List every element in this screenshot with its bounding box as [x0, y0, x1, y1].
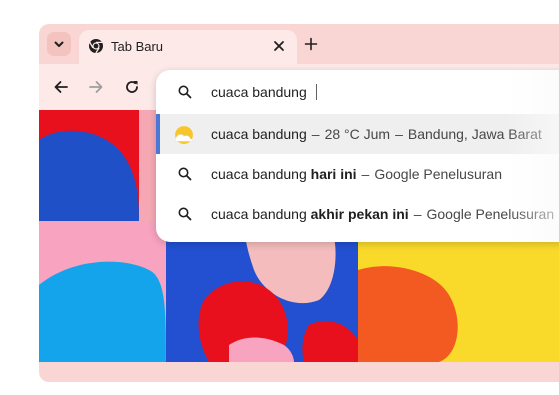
search-icon	[178, 85, 192, 99]
tab-new-tab[interactable]: Tab Baru	[79, 30, 297, 64]
separator: –	[361, 166, 370, 182]
reload-icon[interactable]	[123, 78, 141, 96]
close-icon[interactable]	[271, 38, 287, 54]
suggestion-completion: akhir pekan ini	[310, 206, 409, 222]
suggestion-source: Google Penelusuran	[426, 206, 555, 222]
tab-title: Tab Baru	[111, 39, 164, 54]
suggestion-source: Google Penelusuran	[374, 166, 502, 182]
suggestion-completion: hari ini	[310, 166, 357, 182]
text-caret	[315, 84, 317, 100]
forward-arrow-icon[interactable]	[87, 78, 105, 96]
suggestion-akhir-pekan-ini[interactable]: cuaca bandung akhir pekan ini – Google Pen…	[156, 194, 559, 234]
omnibox-dropdown: cuaca bandung cuaca bandung –28 °C Jum – Ba…	[156, 70, 559, 242]
suggestion-text: cuaca bandung –28 °C Jum – Bandung, Jawa Ba…	[211, 126, 542, 142]
suggestion-query: cuaca bandung	[211, 166, 311, 182]
new-tab-plus-icon[interactable]	[303, 36, 319, 52]
suggestion-query: cuaca bandung	[211, 126, 307, 142]
suggestion-hari-ini[interactable]: cuaca bandung hari ini – Google Penelusura…	[156, 154, 559, 194]
omnibox-input[interactable]: cuaca bandung	[211, 84, 317, 100]
chrome-icon	[89, 39, 103, 54]
weather-sunny-icon	[175, 126, 193, 144]
suggestion-text: cuaca bandung hari ini – Google Penelusura…	[211, 166, 502, 182]
separator: –	[395, 126, 403, 142]
chevron-down-icon	[54, 41, 64, 47]
tab-strip: Tab Baru	[39, 24, 559, 64]
selection-indicator	[156, 114, 160, 154]
suggestion-weather[interactable]: cuaca bandung –28 °C Jum – Bandung, Jawa Ba…	[156, 114, 559, 154]
omnibox-query: cuaca bandung	[211, 84, 307, 100]
weather-temperature: 28 °C Jum	[324, 126, 391, 142]
search-icon	[178, 167, 192, 181]
separator: –	[311, 126, 320, 142]
suggestion-query: cuaca bandung	[211, 206, 311, 222]
weather-location: Bandung, Jawa Barat	[407, 126, 542, 142]
omnibox[interactable]: cuaca bandung	[156, 70, 559, 114]
search-icon	[178, 207, 192, 221]
back-arrow-icon[interactable]	[52, 78, 70, 96]
tab-search-button[interactable]	[47, 32, 71, 56]
separator: –	[413, 206, 422, 222]
suggestion-text: cuaca bandung akhir pekan ini – Google Pen…	[211, 206, 554, 222]
